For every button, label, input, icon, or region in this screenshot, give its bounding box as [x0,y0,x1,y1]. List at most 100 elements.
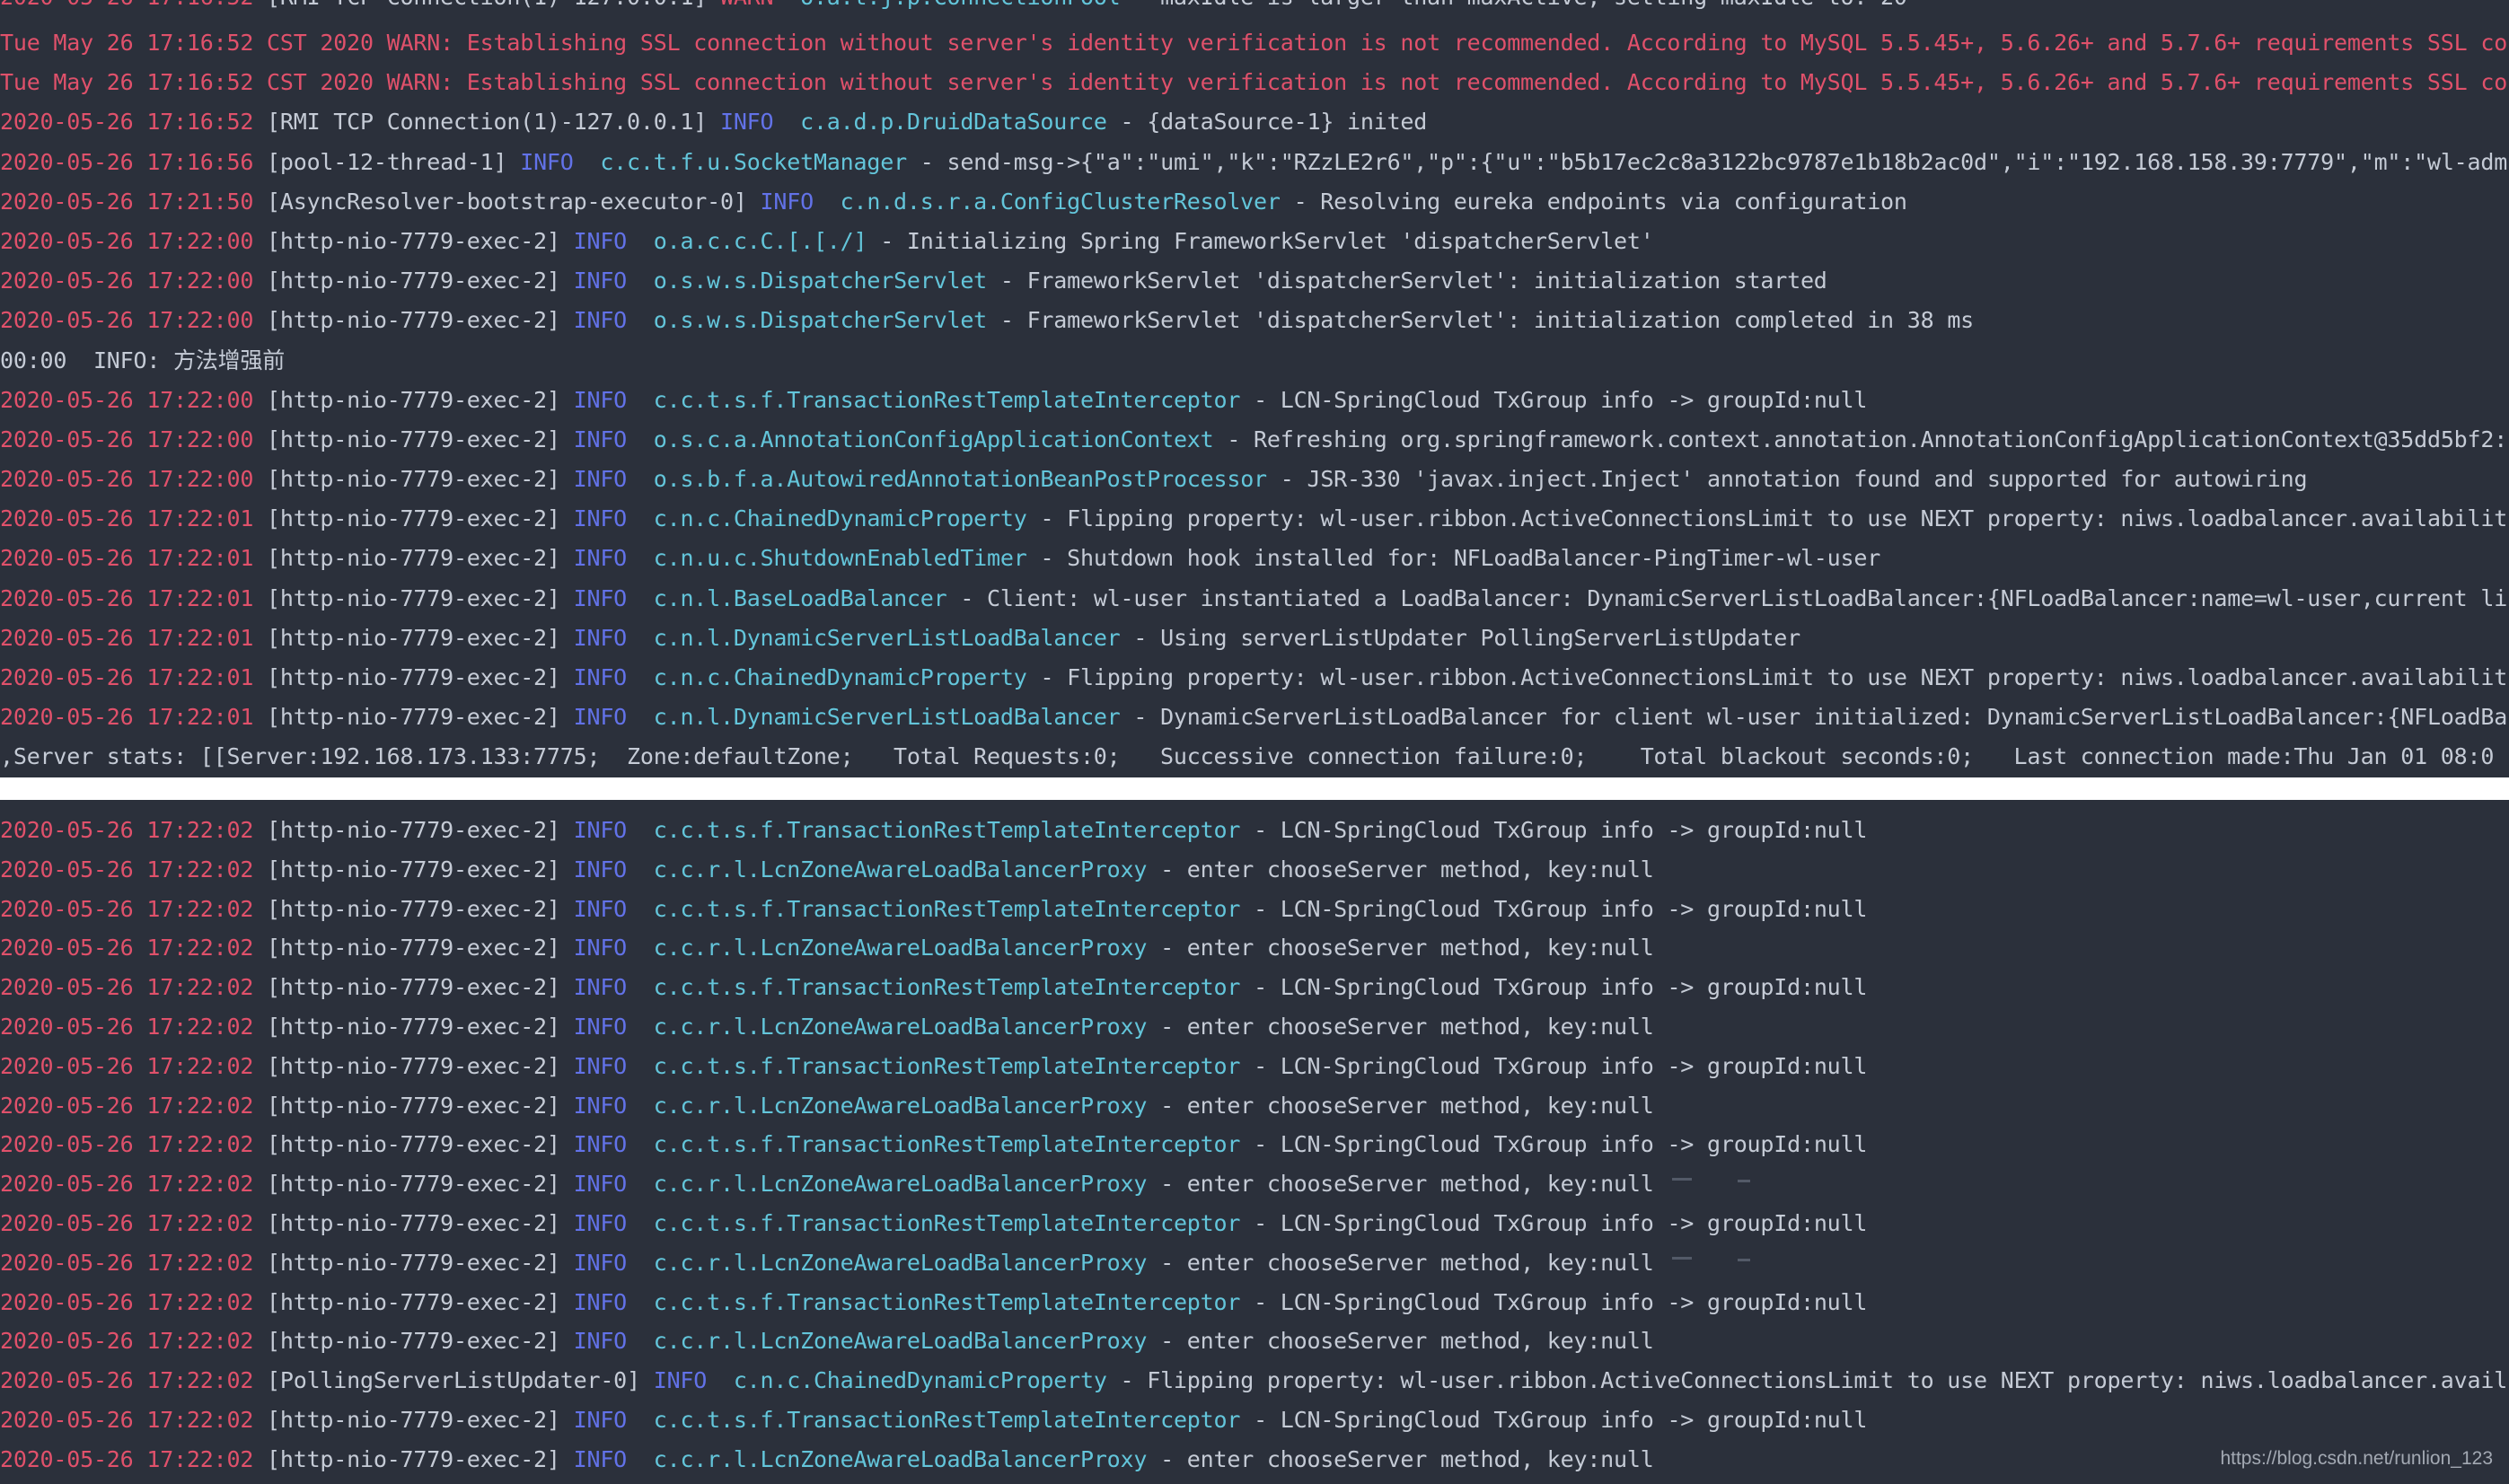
lower-log-token: - LCN-SpringCloud TxGroup info -> groupI… [1254,1288,1868,1315]
watermark-url: https://blog.csdn.net/runlion_123 [2220,1448,2493,1469]
lower-log-token: [http-nio-7779-exec-2] [267,1013,574,1040]
upper-log-token: - Initializing Spring FrameworkServlet '… [880,227,1654,254]
upper-log-token: c.n.l.DynamicServerListLoadBalancer [639,704,1134,731]
lower-log-token: - enter chooseServer method, key:null [1160,1328,1654,1355]
lower-log-line[interactable]: 2020-05-26 17:22:02 [http-nio-7779-exec-… [0,1243,2509,1283]
upper-log-token: 00:00 INFO: 方法增强前 [0,347,286,373]
upper-log-line[interactable]: 2020-05-26 17:22:00 [http-nio-7779-exec-… [0,301,2509,340]
upper-log-line[interactable]: 2020-05-26 17:22:00 [http-nio-7779-exec-… [0,261,2509,301]
upper-log-line[interactable]: 2020-05-26 17:22:00 [http-nio-7779-exec-… [0,420,2509,460]
lower-log-line[interactable]: 2020-05-26 17:22:02 [PollingServerListUp… [0,1361,2509,1401]
lower-log-token: c.c.t.s.f.TransactionRestTemplateInterce… [639,1288,1254,1315]
lower-log-line[interactable]: 2020-05-26 17:22:02 [http-nio-7779-exec-… [0,1440,2509,1480]
lower-log-token: 2020-05-26 17:22:02 [0,1092,268,1119]
upper-log-line[interactable]: Tue May 26 17:16:52 CST 2020 WARN: Estab… [0,63,2509,102]
upper-log-token: 2020-05-26 17:16:56 [0,148,268,175]
lower-log-token: c.c.t.s.f.TransactionRestTemplateInterce… [639,1406,1254,1433]
upper-log-token: INFO [573,545,640,572]
lower-log-token: c.c.t.s.f.TransactionRestTemplateInterce… [639,1209,1254,1236]
upper-log-line[interactable]: 2020-05-26 17:22:01 [http-nio-7779-exec-… [0,499,2509,539]
upper-log-line[interactable]: Tue May 26 17:16:52 CST 2020 WARN: Estab… [0,23,2509,63]
upper-log-token: c.n.l.DynamicServerListLoadBalancer [639,624,1134,651]
upper-log-line[interactable]: 2020-05-26 17:16:52 [RMI TCP Connection(… [0,0,2509,11]
lower-log-token: [http-nio-7779-exec-2] [267,817,574,843]
upper-log-token: - Shutdown hook installed for: NFLoadBal… [1040,545,1881,572]
lower-log-token: c.c.r.l.LcnZoneAwareLoadBalancerProxy [639,935,1161,962]
upper-log-token: 2020-05-26 17:22:01 [0,545,268,572]
lower-log-token: INFO [573,1249,640,1276]
lower-log-line[interactable]: 2020-05-26 17:22:02 [http-nio-7779-exec-… [0,1322,2509,1361]
lower-log-line[interactable]: 2020-05-26 17:22:02 [http-nio-7779-exec-… [0,928,2509,968]
upper-log-line[interactable]: 00:00 INFO: 方法增强前 [0,341,2509,381]
upper-log-token: INFO [573,704,640,731]
upper-log-token: INFO [573,624,640,651]
upper-log-token: INFO [573,386,640,413]
upper-log-line[interactable]: 2020-05-26 17:22:01 [http-nio-7779-exec-… [0,619,2509,658]
lower-log-token: INFO [573,1288,640,1315]
upper-log-line[interactable]: 2020-05-26 17:22:01 [http-nio-7779-exec-… [0,579,2509,619]
upper-log-token: 2020-05-26 17:22:01 [0,584,268,611]
lower-log-line[interactable]: 2020-05-26 17:22:02 [http-nio-7779-exec-… [0,850,2509,890]
lower-log-token: [http-nio-7779-exec-2] [267,856,574,882]
upper-log-token: 2020-05-26 17:22:00 [0,227,268,254]
upper-log-token: - Flipping property: wl-user.ribbon.Acti… [1040,505,2508,532]
lower-log-line[interactable]: 2020-05-26 17:22:02 [http-nio-7779-exec-… [0,1283,2509,1322]
upper-log-token: - send-msg->{"a":"umi","k":"RZzLE2r6","p… [920,148,2508,175]
upper-log-line[interactable]: 2020-05-26 17:22:00 [http-nio-7779-exec-… [0,460,2509,499]
lower-log-token: 2020-05-26 17:22:02 [0,1171,268,1198]
upper-log-line[interactable]: 2020-05-26 17:22:01 [http-nio-7779-exec-… [0,698,2509,737]
upper-log-token: c.n.c.ChainedDynamicProperty [639,664,1041,690]
lower-log-token: [http-nio-7779-exec-2] [267,1249,574,1276]
upper-log-token: INFO [573,426,640,452]
upper-log-token: [http-nio-7779-exec-2] [267,664,574,690]
lower-log-token: INFO [573,1013,640,1040]
lower-log-token: c.c.r.l.LcnZoneAwareLoadBalancerProxy [639,1092,1161,1119]
upper-log-token: INFO [719,109,788,136]
upper-log-token: [http-nio-7779-exec-2] [267,227,574,254]
lower-log-token: 2020-05-26 17:22:02 [0,817,268,843]
lower-log-panel[interactable]: 2020-05-26 17:22:02 [http-nio-7779-exec-… [0,800,2509,1484]
lower-log-token: INFO [573,1209,640,1236]
upper-log-line[interactable]: 2020-05-26 17:22:01 [http-nio-7779-exec-… [0,658,2509,698]
upper-log-token: - DynamicServerListLoadBalancer for clie… [1133,704,2508,731]
lower-log-token: INFO [573,1406,640,1433]
upper-log-token: [http-nio-7779-exec-2] [267,307,574,334]
upper-log-token: c.c.t.s.f.TransactionRestTemplateInterce… [639,386,1254,413]
lower-log-line[interactable]: 2020-05-26 17:22:02 [http-nio-7779-exec-… [0,1164,2509,1204]
upper-log-line[interactable]: 2020-05-26 17:16:52 [RMI TCP Connection(… [0,102,2509,142]
lower-log-line[interactable]: 2020-05-26 17:22:02 [http-nio-7779-exec-… [0,890,2509,929]
lower-log-line[interactable]: 2020-05-26 17:22:02 [http-nio-7779-exec-… [0,1401,2509,1440]
lower-log-token: 2020-05-26 17:22:02 [0,1209,268,1236]
lower-log-line[interactable]: 2020-05-26 17:22:02 [http-nio-7779-exec-… [0,1125,2509,1164]
lower-log-token: 2020-05-26 17:22:02 [0,1445,268,1472]
upper-log-token: - Using serverListUpdater PollingServerL… [1133,624,1800,651]
lower-log-token: - LCN-SpringCloud TxGroup info -> groupI… [1254,895,1868,922]
upper-log-token: 2020-05-26 17:22:01 [0,704,268,731]
lower-log-line[interactable]: 2020-05-26 17:22:02 [http-nio-7779-exec-… [0,968,2509,1007]
lower-log-line[interactable]: 2020-05-26 17:22:02 [http-nio-7779-exec-… [0,1007,2509,1047]
lower-log-line[interactable]: 2020-05-26 17:22:02 [http-nio-7779-exec-… [0,1047,2509,1086]
upper-log-line[interactable]: 2020-05-26 17:16:56 [pool-12-thread-1] I… [0,143,2509,182]
upper-log-line[interactable]: 2020-05-26 17:22:00 [http-nio-7779-exec-… [0,222,2509,261]
lower-log-line[interactable]: 2020-05-26 17:22:02 [http-nio-7779-exec-… [0,1086,2509,1126]
upper-log-line[interactable]: 2020-05-26 17:22:01 [http-nio-7779-exec-… [0,539,2509,578]
panel-divider[interactable] [0,777,2509,800]
lower-log-token: INFO [573,856,640,882]
upper-log-token: 2020-05-26 17:22:00 [0,307,268,334]
lower-log-line-list: 2020-05-26 17:22:02 [http-nio-7779-exec-… [0,811,2509,1480]
upper-log-line[interactable]: 2020-05-26 17:21:50 [AsyncResolver-boots… [0,182,2509,222]
upper-log-line[interactable]: ,Server stats: [[Server:192.168.173.133:… [0,737,2509,777]
upper-log-line[interactable]: 2020-05-26 17:22:00 [http-nio-7779-exec-… [0,381,2509,420]
lower-log-token: c.c.r.l.LcnZoneAwareLoadBalancerProxy [639,1445,1161,1472]
lower-log-token: 2020-05-26 17:22:02 [0,1249,268,1276]
upper-log-token: Tue May 26 17:16:52 CST 2020 WARN: Estab… [0,30,2508,56]
lower-log-token: [http-nio-7779-exec-2] [267,974,574,1001]
lower-log-line[interactable]: 2020-05-26 17:22:02 [http-nio-7779-exec-… [0,1204,2509,1243]
lower-log-line[interactable]: 2020-05-26 17:22:02 [http-nio-7779-exec-… [0,811,2509,850]
upper-log-panel[interactable]: 2020-05-26 17:16:52 [RMI TCP Connection(… [0,0,2509,777]
upper-log-token: c.n.l.BaseLoadBalancer [639,584,961,611]
upper-log-token: - FrameworkServlet 'dispatcherServlet': … [999,268,1827,294]
upper-log-token: [http-nio-7779-exec-2] [267,268,574,294]
lower-log-token: - LCN-SpringCloud TxGroup info -> groupI… [1254,1209,1868,1236]
upper-log-token: o.s.w.s.DispatcherServlet [639,307,1000,334]
